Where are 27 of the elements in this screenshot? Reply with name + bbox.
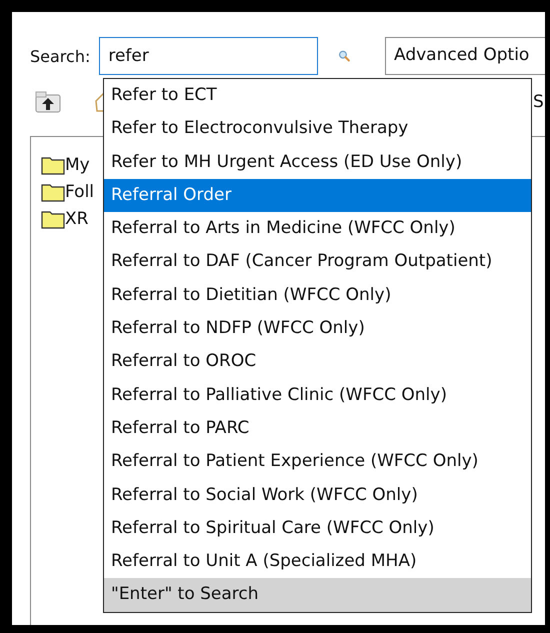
- toolbar-label: S: [533, 92, 545, 112]
- enter-to-search-item[interactable]: "Enter" to Search: [104, 578, 531, 612]
- suggestion-item[interactable]: Referral to DAF (Cancer Program Outpatient): [104, 245, 531, 279]
- suggestion-item[interactable]: Referral to NDFP (WFCC Only): [104, 312, 531, 346]
- folder-label[interactable]: Foll: [65, 182, 94, 202]
- folder-up-icon[interactable]: [35, 91, 61, 113]
- search-field[interactable]: refer: [99, 37, 318, 75]
- suggestion-item[interactable]: Refer to MH Urgent Access (ED Use Only): [104, 146, 531, 179]
- suggestion-item[interactable]: Referral to Palliative Clinic (WFCC Only): [104, 378, 531, 412]
- suggestion-item[interactable]: Referral to Spiritual Care (WFCC Only): [104, 512, 531, 546]
- suggestion-item[interactable]: Refer to Electroconvulsive Therapy: [104, 112, 531, 146]
- suggestion-item[interactable]: Referral to PARC: [104, 412, 531, 446]
- folder-icon: [41, 154, 65, 174]
- suggestion-item[interactable]: Referral to Patient Experience (WFCC Only): [104, 445, 531, 479]
- folder-icon: [41, 182, 65, 202]
- folder-icon: [41, 208, 65, 228]
- search-label: Search:: [30, 46, 90, 66]
- suggestion-item[interactable]: Refer to ECT: [104, 79, 531, 112]
- suggestion-item[interactable]: Referral to Unit A (Specialized MHA): [104, 545, 531, 578]
- folder-label[interactable]: XR: [65, 208, 88, 228]
- advanced-options-dropdown[interactable]: Advanced Optio: [385, 37, 545, 75]
- suggestion-item[interactable]: Referral Order: [104, 178, 531, 212]
- suggestion-item[interactable]: Referral to Social Work (WFCC Only): [104, 478, 531, 512]
- folder-label[interactable]: My: [65, 154, 90, 174]
- suggestion-item[interactable]: Referral to Arts in Medicine (WFCC Only): [104, 212, 531, 246]
- suggestion-item[interactable]: Referral to Dietitian (WFCC Only): [104, 278, 531, 312]
- suggestion-item[interactable]: Referral to OROC: [104, 345, 531, 379]
